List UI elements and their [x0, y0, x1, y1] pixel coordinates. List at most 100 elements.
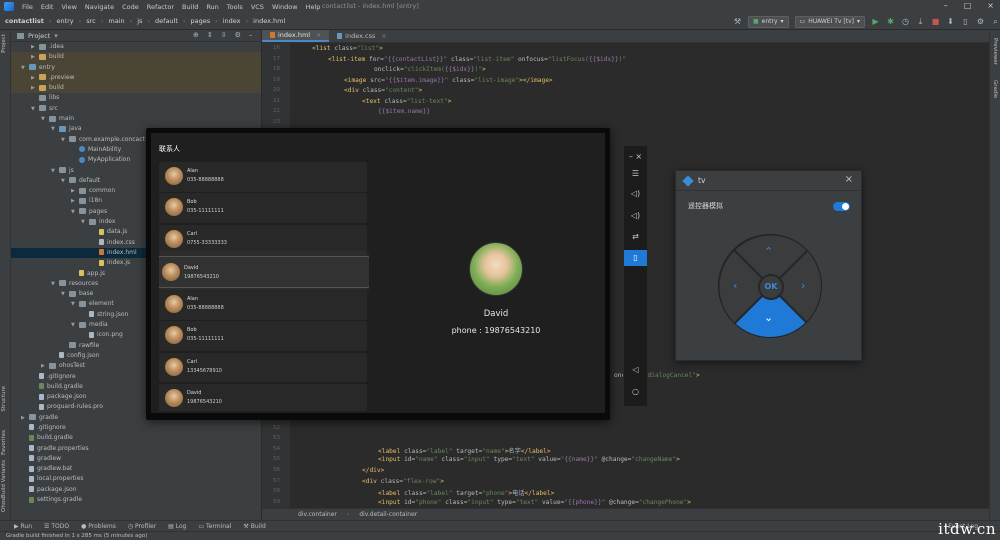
- editor-tab[interactable]: index.css ×: [329, 30, 394, 42]
- expanded-arrow-icon[interactable]: ▼: [51, 166, 59, 176]
- contact-item[interactable]: Carl 0755-33333333: [159, 224, 367, 255]
- home-icon[interactable]: ○: [624, 384, 647, 400]
- tab-build-variants[interactable]: OhosBuild Variants: [1, 460, 7, 512]
- editor-crumb[interactable]: div.detail-container: [359, 511, 417, 518]
- tree-item[interactable]: ▶ .idea: [11, 42, 261, 52]
- module-select[interactable]: ■ entry ▾: [747, 15, 789, 28]
- hammer-icon[interactable]: ⚒: [733, 17, 742, 26]
- expand-all-icon[interactable]: ⇳: [221, 31, 227, 39]
- expanded-arrow-icon[interactable]: ▼: [51, 124, 59, 134]
- back-icon[interactable]: ◁: [624, 362, 647, 378]
- collapsed-arrow-icon[interactable]: ▶: [31, 73, 39, 83]
- chevron-down-icon[interactable]: ⌄: [764, 311, 773, 324]
- menu-item-build[interactable]: Build: [178, 3, 202, 11]
- tree-item[interactable]: settings.gradle: [11, 495, 261, 505]
- close-window-icon[interactable]: ×: [987, 1, 994, 10]
- tab-favorites[interactable]: Favorites: [1, 430, 7, 455]
- chevron-down-icon[interactable]: ▾: [54, 32, 58, 40]
- tool-profiler[interactable]: ◷ Profiler: [128, 523, 156, 530]
- expanded-arrow-icon[interactable]: ▼: [61, 176, 69, 186]
- menu-item-tools[interactable]: Tools: [223, 3, 247, 11]
- menu-item-file[interactable]: File: [18, 3, 37, 11]
- tree-item[interactable]: gradlew.bat: [11, 464, 261, 474]
- maximize-icon[interactable]: □: [964, 1, 972, 10]
- remote-control-icon[interactable]: ▯: [624, 250, 647, 266]
- tab-gradle[interactable]: Gradle: [992, 80, 998, 98]
- collapsed-arrow-icon[interactable]: ▶: [71, 196, 79, 206]
- tree-item[interactable]: gradle.properties: [11, 444, 261, 454]
- emulator-close-icon[interactable]: – ×: [624, 149, 647, 165]
- menu-item-navigate[interactable]: Navigate: [81, 3, 118, 11]
- gear-icon[interactable]: ⚙: [235, 31, 241, 39]
- tree-item[interactable]: gradlew: [11, 454, 261, 464]
- expanded-arrow-icon[interactable]: ▼: [81, 217, 89, 227]
- contact-item[interactable]: Alan 035-88888888: [159, 162, 367, 192]
- chevron-right-icon[interactable]: ›: [801, 279, 805, 292]
- contact-item[interactable]: Bob 035-11111111: [159, 321, 367, 351]
- close-tab-icon[interactable]: ×: [381, 33, 386, 40]
- menu-item-vcs[interactable]: VCS: [247, 3, 268, 11]
- rotate-icon[interactable]: ⇄: [624, 229, 647, 245]
- menu-item-edit[interactable]: Edit: [37, 3, 58, 11]
- chevron-left-icon[interactable]: ‹: [733, 279, 737, 292]
- menu-icon[interactable]: ☰: [624, 166, 647, 182]
- tree-item[interactable]: ▼ entry: [11, 62, 261, 73]
- collapsed-arrow-icon[interactable]: ▶: [21, 413, 29, 423]
- volume-up-icon[interactable]: ◁): [624, 186, 647, 202]
- close-icon[interactable]: ×: [845, 174, 853, 185]
- expanded-arrow-icon[interactable]: ▼: [21, 63, 29, 73]
- expanded-arrow-icon[interactable]: ▼: [71, 299, 79, 309]
- breadcrumb-item[interactable]: index: [221, 17, 243, 25]
- attach-debugger-icon[interactable]: ⤓: [916, 17, 925, 26]
- tool-build[interactable]: ⚒ Build: [243, 523, 265, 530]
- locate-icon[interactable]: ⊕: [193, 31, 199, 39]
- menu-item-window[interactable]: Window: [268, 3, 302, 11]
- tree-item[interactable]: ▶ build: [11, 83, 261, 94]
- contact-item[interactable]: David 19876543210: [159, 384, 367, 411]
- contact-item[interactable]: Bob 035-11111111: [159, 193, 367, 223]
- tree-item[interactable]: ▶ .preview: [11, 72, 261, 84]
- tree-item[interactable]: ▼ main: [11, 114, 261, 124]
- hide-icon[interactable]: –: [249, 31, 253, 39]
- expanded-arrow-icon[interactable]: ▼: [51, 279, 59, 289]
- expanded-arrow-icon[interactable]: ▼: [71, 207, 79, 217]
- menu-item-refactor[interactable]: Refactor: [143, 3, 178, 11]
- close-tab-icon[interactable]: ×: [316, 32, 321, 39]
- menu-item-code[interactable]: Code: [118, 3, 143, 11]
- tab-previewer[interactable]: Previewer: [992, 38, 998, 65]
- collapsed-arrow-icon[interactable]: ▶: [31, 52, 39, 62]
- tab-project[interactable]: Project: [1, 34, 7, 53]
- contact-item[interactable]: Alan 035-88888888: [159, 290, 367, 320]
- expanded-arrow-icon[interactable]: ▼: [61, 289, 69, 299]
- menu-item-run[interactable]: Run: [202, 3, 222, 11]
- breadcrumb-item[interactable]: contactlist: [0, 17, 46, 25]
- breadcrumb-item[interactable]: main: [106, 17, 126, 25]
- collapse-all-icon[interactable]: ⇕: [207, 31, 213, 39]
- settings-icon[interactable]: ⚙: [976, 17, 985, 26]
- chevron-up-icon[interactable]: ⌃: [764, 245, 773, 258]
- device-select[interactable]: ▭ HUAWEI Tv [tv] ▾: [794, 15, 865, 28]
- breadcrumb-item[interactable]: index.hml: [251, 17, 287, 25]
- expanded-arrow-icon[interactable]: ▼: [61, 135, 69, 145]
- tree-item[interactable]: ▶ build: [11, 52, 261, 63]
- breadcrumb-item[interactable]: default: [153, 17, 180, 25]
- collapsed-arrow-icon[interactable]: ▶: [41, 361, 49, 371]
- contact-item[interactable]: Carl 13345678910: [159, 352, 367, 383]
- tree-item[interactable]: local.properties: [11, 474, 261, 484]
- profile-icon[interactable]: ◷: [901, 17, 910, 26]
- tree-item[interactable]: build.gradle: [11, 433, 261, 443]
- breadcrumb-item[interactable]: js: [135, 17, 144, 25]
- tool-terminal[interactable]: ▭ Terminal: [198, 523, 231, 530]
- dpad-ok-button[interactable]: OK: [758, 274, 784, 300]
- contact-item[interactable]: David 19876543210: [159, 256, 369, 289]
- breadcrumb-item[interactable]: entry: [54, 17, 75, 25]
- menu-item-view[interactable]: View: [57, 3, 80, 11]
- menu-item-help[interactable]: Help: [302, 3, 325, 11]
- collapsed-arrow-icon[interactable]: ▶: [31, 42, 39, 52]
- sdk-manager-icon[interactable]: ⬇: [946, 17, 955, 26]
- minimize-icon[interactable]: –: [944, 1, 948, 10]
- stop-icon[interactable]: ■: [931, 17, 940, 26]
- expanded-arrow-icon[interactable]: ▼: [31, 104, 39, 114]
- device-manager-icon[interactable]: ▯: [961, 17, 970, 26]
- remote-simulation-toggle[interactable]: [833, 202, 850, 211]
